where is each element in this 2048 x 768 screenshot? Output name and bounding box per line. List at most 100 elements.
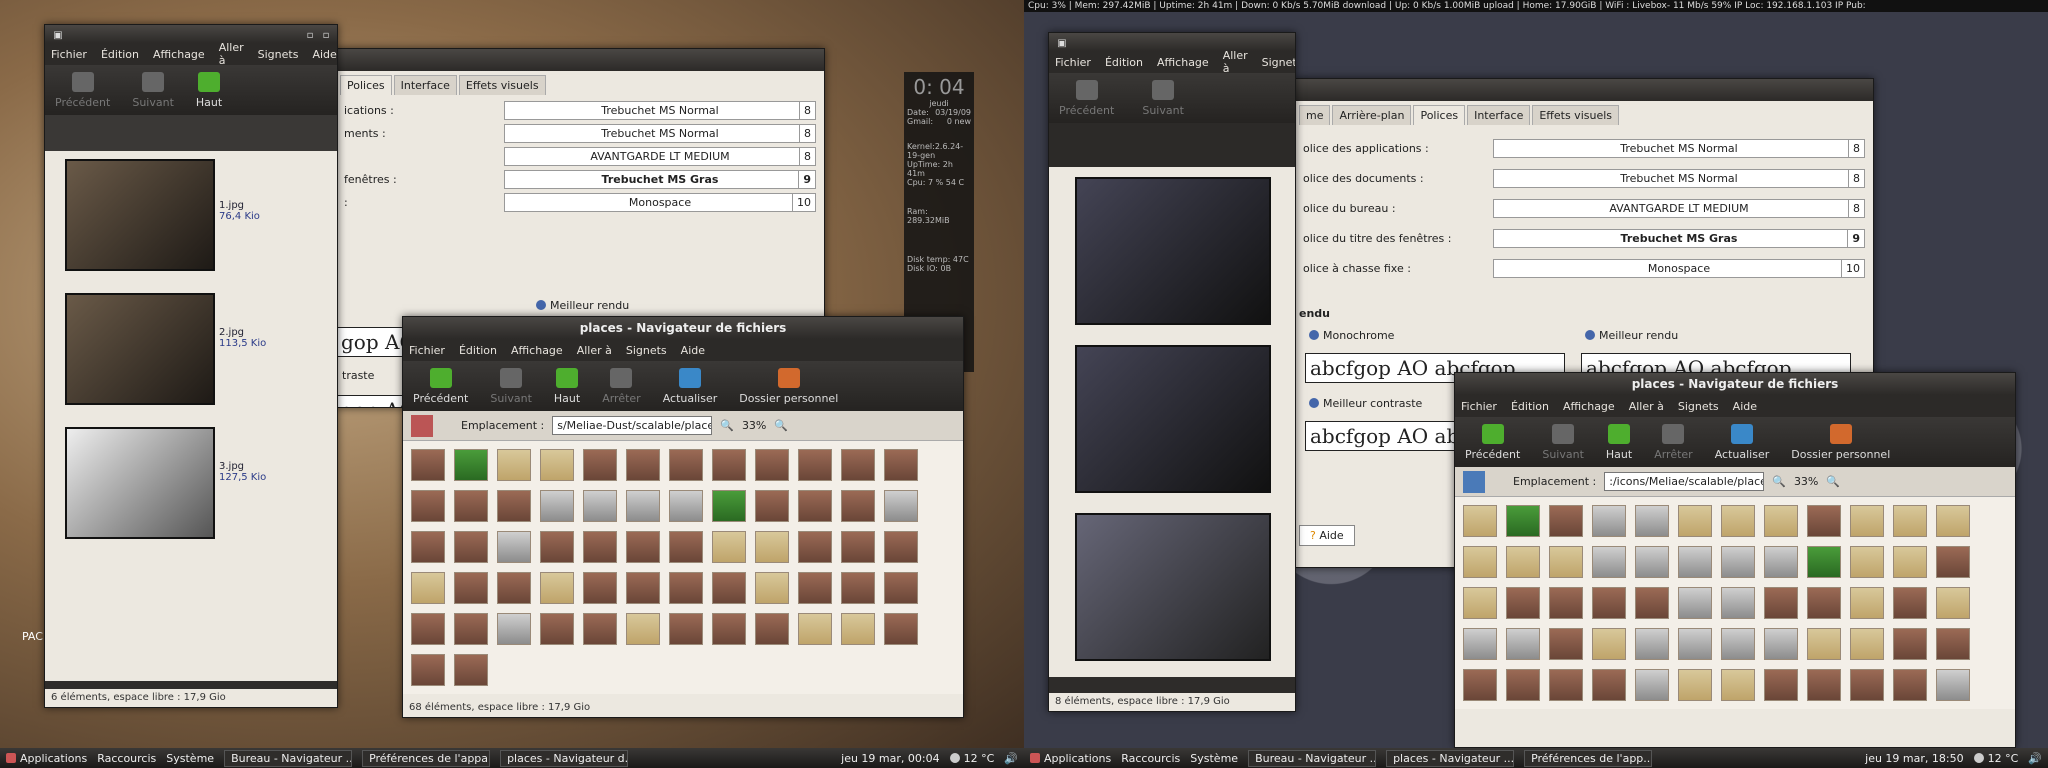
folder-icon[interactable] bbox=[1678, 587, 1712, 619]
folder-icon[interactable] bbox=[1850, 505, 1884, 537]
folder-icon[interactable] bbox=[1893, 546, 1927, 578]
folder-icon[interactable] bbox=[1549, 587, 1583, 619]
folder-icon[interactable] bbox=[1506, 669, 1540, 701]
home-button[interactable]: Dossier personnel bbox=[1791, 424, 1890, 461]
folder-icon[interactable] bbox=[1506, 628, 1540, 660]
folder-icon[interactable] bbox=[841, 531, 875, 563]
best-render-radio[interactable]: Meilleur rendu bbox=[536, 299, 629, 312]
folder-icon[interactable] bbox=[626, 531, 660, 563]
weather[interactable]: 12 °C bbox=[1973, 752, 2018, 765]
folder-icon[interactable] bbox=[1721, 628, 1755, 660]
tab-polices[interactable]: Polices bbox=[1413, 105, 1466, 125]
taskbar-item[interactable]: Préférences de l'app... bbox=[1524, 749, 1653, 767]
clock[interactable]: jeu 19 mar, 18:50 bbox=[1865, 752, 1963, 765]
up-button[interactable]: Haut bbox=[196, 72, 222, 109]
folder-icon[interactable] bbox=[1850, 587, 1884, 619]
places-titlebar[interactable]: places - Navigateur de fichiers bbox=[403, 317, 963, 339]
menu-edition[interactable]: Édition bbox=[101, 48, 139, 61]
back-button[interactable]: Précédent bbox=[55, 72, 110, 109]
location-input[interactable]: s/Meliae-Dust/scalable/places bbox=[552, 416, 713, 435]
folder-icon[interactable] bbox=[669, 531, 703, 563]
folder-icon[interactable] bbox=[1635, 628, 1669, 660]
volume-icon[interactable]: 🔊 bbox=[1004, 752, 1018, 765]
folder-icon[interactable] bbox=[411, 449, 445, 481]
folder-icon[interactable] bbox=[411, 531, 445, 563]
folder-icon[interactable] bbox=[1463, 505, 1497, 537]
back-button[interactable]: Précédent bbox=[1465, 424, 1520, 461]
folder-icon[interactable] bbox=[755, 449, 789, 481]
folder-icon[interactable] bbox=[454, 654, 488, 686]
folder-icon[interactable] bbox=[1936, 505, 1970, 537]
folder-icon[interactable] bbox=[841, 572, 875, 604]
folder-icon[interactable] bbox=[626, 449, 660, 481]
folder-icon[interactable] bbox=[626, 572, 660, 604]
folder-icon[interactable] bbox=[712, 572, 746, 604]
folder-icon[interactable] bbox=[798, 613, 832, 645]
menu-fichier[interactable]: Fichier bbox=[1055, 56, 1091, 69]
menu-edition[interactable]: Édition bbox=[1105, 56, 1143, 69]
help-button[interactable]: ? Aide bbox=[1299, 525, 1355, 546]
folder-icon[interactable] bbox=[1721, 669, 1755, 701]
zoom-out-icon[interactable]: 🔍 bbox=[1772, 475, 1786, 488]
folder-icon[interactable] bbox=[1721, 546, 1755, 578]
close-icon[interactable]: ▫ bbox=[319, 29, 333, 43]
folder-icon[interactable] bbox=[884, 531, 918, 563]
folder-icon[interactable] bbox=[1549, 505, 1583, 537]
folder-icon[interactable] bbox=[798, 490, 832, 522]
folder-icon[interactable] bbox=[755, 531, 789, 563]
applications-menu[interactable]: Applications bbox=[1030, 752, 1111, 765]
folder-icon[interactable] bbox=[1807, 546, 1841, 578]
applications-menu[interactable]: Applications bbox=[6, 752, 87, 765]
folder-icon[interactable] bbox=[841, 490, 875, 522]
folder-icon[interactable] bbox=[755, 613, 789, 645]
folder-icon[interactable] bbox=[1592, 587, 1626, 619]
menu-edition[interactable]: Édition bbox=[1511, 400, 1549, 413]
folder-icon[interactable] bbox=[798, 572, 832, 604]
tab-background[interactable]: Arrière-plan bbox=[1332, 105, 1412, 125]
menu-edition[interactable]: Édition bbox=[459, 344, 497, 357]
mono-radio[interactable]: Monochrome bbox=[1309, 329, 1394, 342]
folder-icon[interactable] bbox=[1807, 628, 1841, 660]
list-item[interactable]: 2.jpg 113,5 Kio bbox=[45, 271, 337, 405]
folder-icon[interactable] bbox=[411, 490, 445, 522]
folder-icon[interactable] bbox=[841, 449, 875, 481]
prefs-titlebar[interactable] bbox=[336, 49, 824, 71]
folder-icon[interactable] bbox=[454, 572, 488, 604]
back-button[interactable]: Précédent bbox=[413, 368, 468, 405]
folder-icon[interactable] bbox=[540, 531, 574, 563]
folder-icon[interactable] bbox=[1764, 628, 1798, 660]
folder-icon[interactable] bbox=[454, 490, 488, 522]
list-item[interactable]: 3.jpg 127,5 Kio bbox=[45, 405, 337, 539]
folder-icon[interactable] bbox=[540, 490, 574, 522]
edit-location-icon[interactable] bbox=[1463, 470, 1485, 493]
tab-interface[interactable]: Interface bbox=[1467, 105, 1531, 125]
menu-signets[interactable]: Signets bbox=[626, 344, 667, 357]
system-menu[interactable]: Système bbox=[1190, 752, 1238, 765]
folder-icon[interactable] bbox=[798, 449, 832, 481]
folder-icon[interactable] bbox=[1807, 505, 1841, 537]
thumbnail-image[interactable] bbox=[1075, 513, 1271, 661]
places-menu[interactable]: Raccourcis bbox=[97, 752, 156, 765]
taskbar-item[interactable]: Préférences de l'appa... bbox=[362, 749, 491, 767]
folder-icon[interactable] bbox=[540, 572, 574, 604]
window-menu-icon[interactable]: ▣ bbox=[1055, 37, 1069, 51]
home-button[interactable]: Dossier personnel bbox=[739, 368, 838, 405]
folder-icon[interactable] bbox=[454, 613, 488, 645]
folder-icon[interactable] bbox=[1764, 669, 1798, 701]
up-button[interactable]: Haut bbox=[1606, 424, 1632, 461]
folder-icon[interactable] bbox=[1506, 546, 1540, 578]
tab-polices[interactable]: Polices bbox=[340, 75, 392, 95]
folder-icon[interactable] bbox=[884, 490, 918, 522]
folder-icon[interactable] bbox=[1936, 546, 1970, 578]
folder-icon[interactable] bbox=[1764, 505, 1798, 537]
menu-affichage[interactable]: Affichage bbox=[1157, 56, 1209, 69]
folder-icon[interactable] bbox=[712, 490, 746, 522]
menu-affichage[interactable]: Affichage bbox=[1563, 400, 1615, 413]
folder-icon[interactable] bbox=[1850, 628, 1884, 660]
folder-icon[interactable] bbox=[583, 449, 617, 481]
mono-font-button[interactable]: Monospace 10 bbox=[504, 193, 816, 212]
clock[interactable]: jeu 19 mar, 00:04 bbox=[841, 752, 939, 765]
folder-icon[interactable] bbox=[1592, 669, 1626, 701]
folder-icon[interactable] bbox=[1893, 669, 1927, 701]
menu-aller[interactable]: Aller à bbox=[1629, 400, 1664, 413]
